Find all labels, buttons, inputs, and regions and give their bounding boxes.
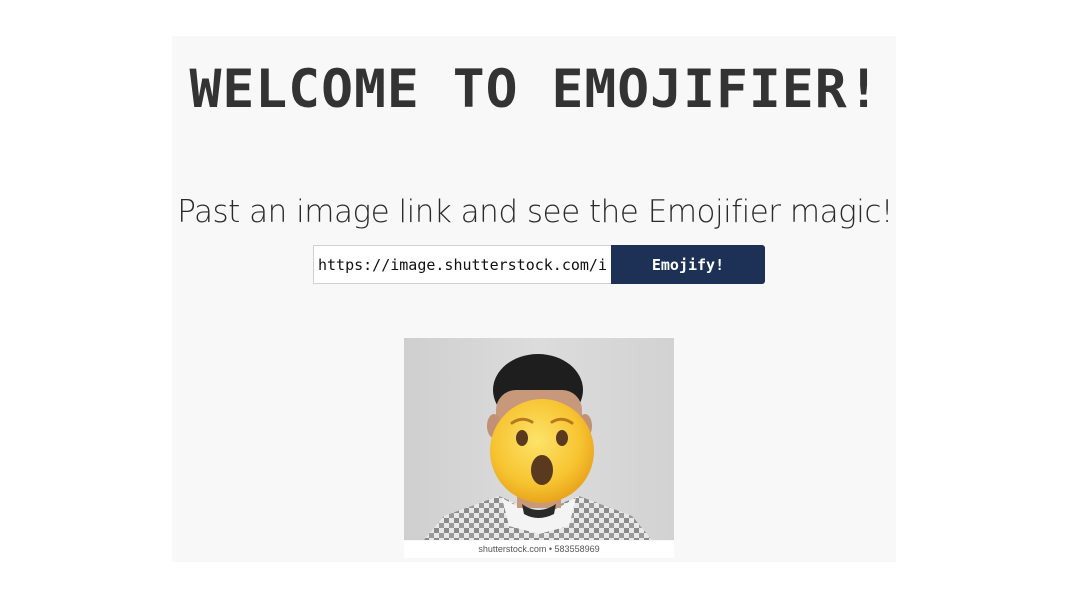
- image-url-input[interactable]: [313, 245, 611, 284]
- result-photo: [404, 338, 674, 540]
- page: WELCOME TO EMOJIFIER! Past an image link…: [0, 0, 1070, 602]
- instruction-text: Past an image link and see the Emojifier…: [177, 194, 893, 230]
- face-with-open-mouth-emoji: [490, 399, 594, 503]
- emojify-form: Emojify!: [313, 245, 765, 284]
- page-title: WELCOME TO EMOJIFIER!: [189, 59, 881, 120]
- emojify-button[interactable]: Emojify!: [611, 245, 765, 284]
- result-image: [404, 338, 674, 540]
- image-watermark: shutterstock.com • 583558969: [404, 541, 674, 558]
